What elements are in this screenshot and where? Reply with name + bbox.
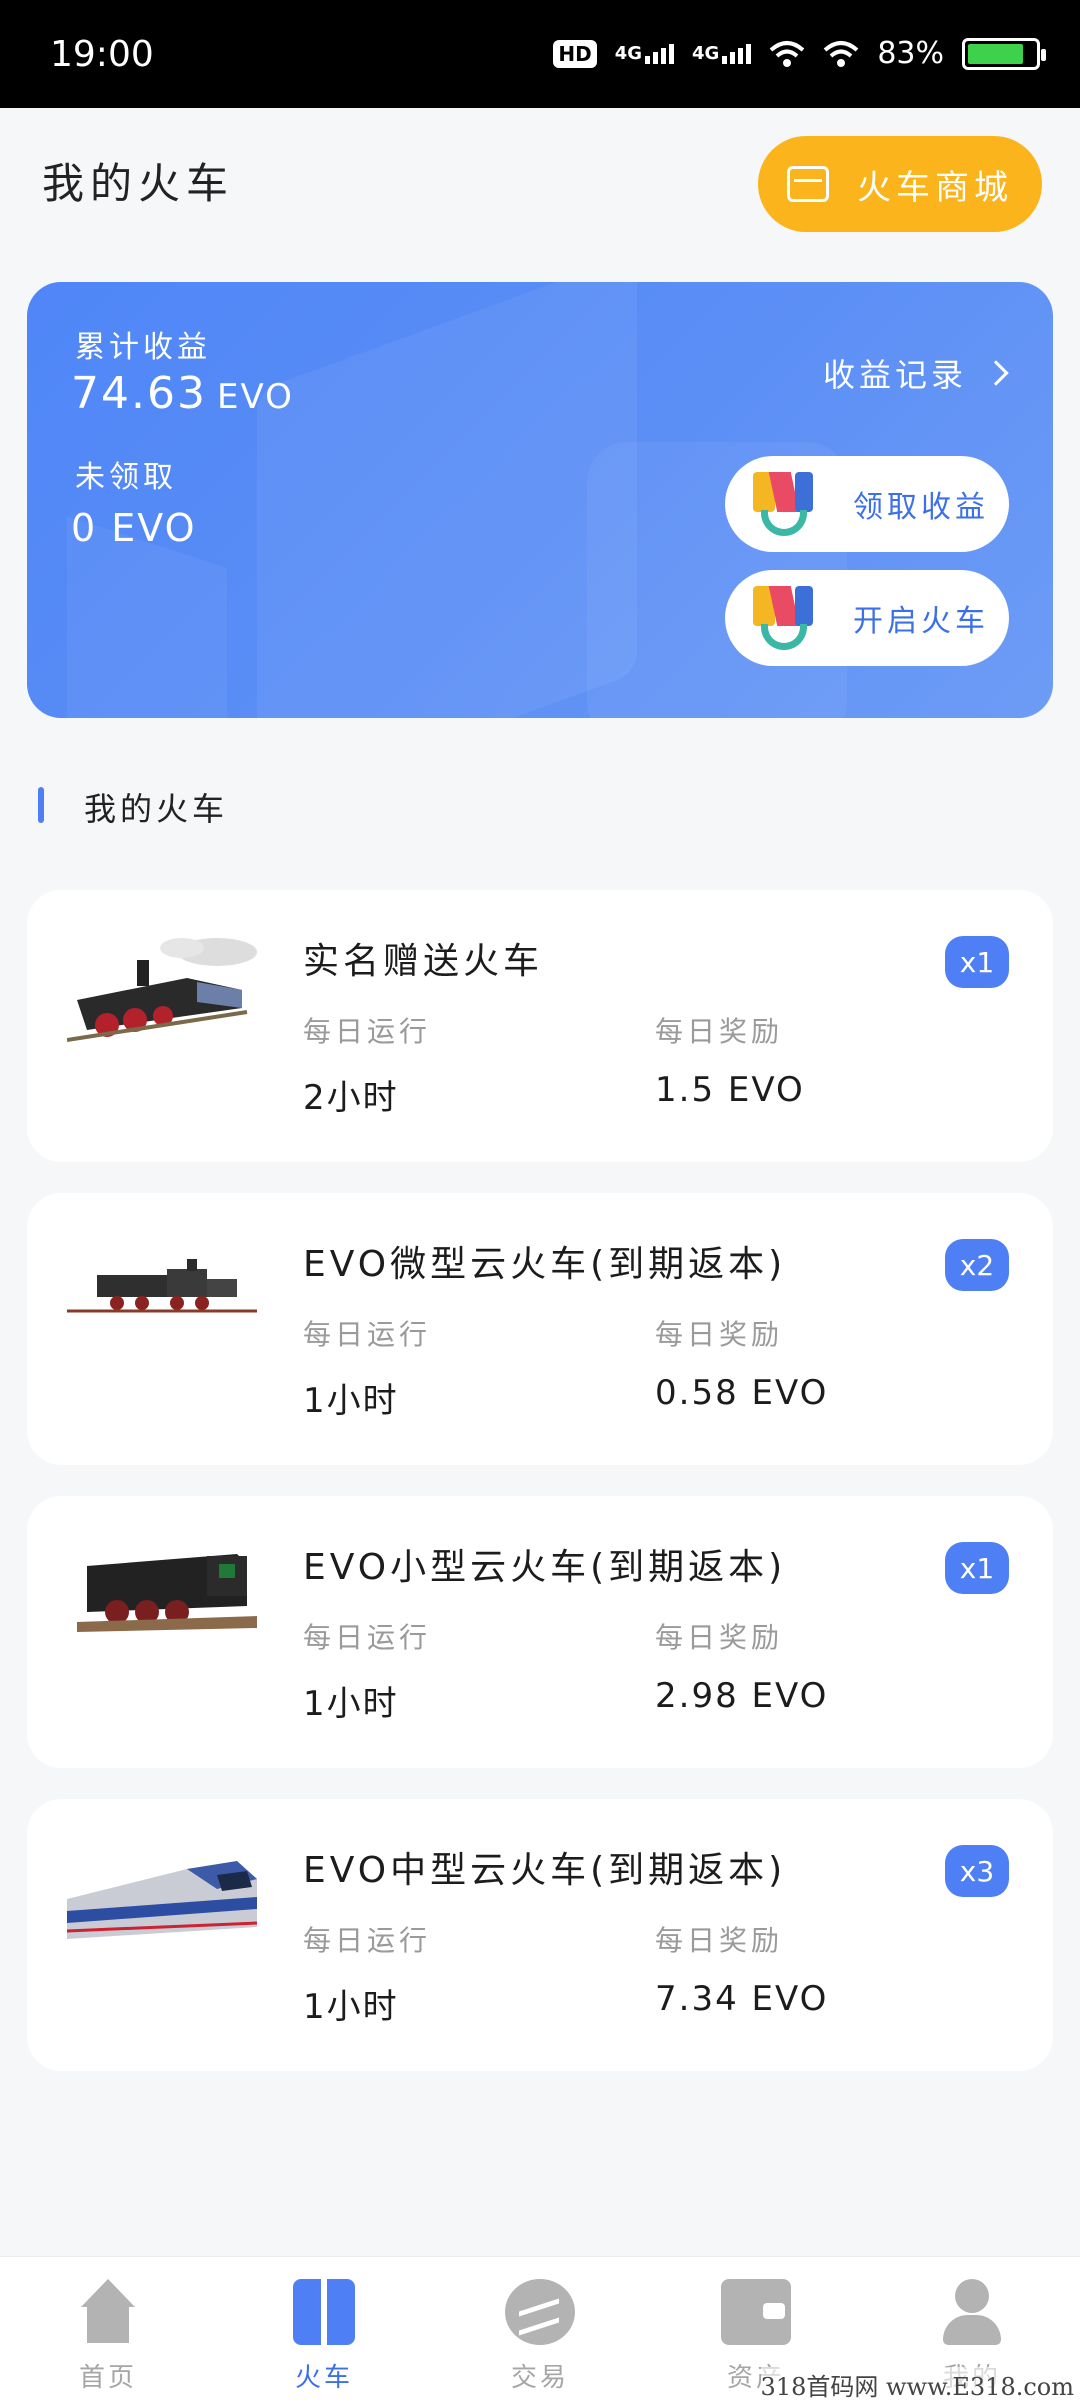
nav-item-train[interactable]: 火车 xyxy=(216,2257,432,2408)
signal-icon: 4G xyxy=(615,43,674,64)
card-decoration xyxy=(257,282,637,718)
unclaimed-label: 未领取 xyxy=(75,460,177,495)
status-time: 19:00 xyxy=(50,34,154,75)
watermark: 318首码网 www.E318.com xyxy=(760,2367,1074,2402)
daily-run-label: 每日运行 xyxy=(303,1924,432,1957)
signal-icon-2: 4G xyxy=(692,43,752,64)
chevron-right-icon xyxy=(983,360,1009,386)
shop-icon xyxy=(787,166,829,202)
section-title: 我的火车 xyxy=(84,790,229,828)
daily-run-value: 1小时 xyxy=(303,1987,399,2027)
micro-train-image xyxy=(67,1259,257,1313)
daily-reward-label: 每日奖励 xyxy=(655,1621,784,1654)
section-accent-bar xyxy=(38,787,44,823)
train-shop-button[interactable]: 火车商城 xyxy=(758,136,1042,232)
train-name: 实名赠送火车 xyxy=(303,941,544,982)
trade-icon xyxy=(505,2279,575,2345)
claim-earnings-button[interactable]: 领取收益 xyxy=(725,456,1009,552)
status-icons: HD 4G 4G 83% xyxy=(553,36,1046,71)
daily-reward-value: 7.34 EVO xyxy=(655,1979,829,2019)
daily-run-value: 1小时 xyxy=(303,1381,399,1421)
cumulative-earnings-label: 累计收益 xyxy=(75,330,211,365)
daily-reward-label: 每日奖励 xyxy=(655,1924,784,1957)
train-card[interactable]: EVO小型云火车(到期返本) x1 每日运行 每日奖励 1小时 2.98 EVO xyxy=(27,1496,1053,1768)
home-icon xyxy=(73,2279,143,2345)
nav-label: 火车 xyxy=(294,2363,353,2393)
daily-reward-value: 0.58 EVO xyxy=(655,1373,829,1413)
unclaimed-value: 0 EVO xyxy=(71,506,197,550)
earnings-records-label: 收益记录 xyxy=(822,356,967,394)
train-count-badge: x1 xyxy=(945,1542,1009,1594)
train-shop-label: 火车商城 xyxy=(857,167,1013,208)
battery-icon xyxy=(962,37,1046,70)
start-train-label: 开启火车 xyxy=(853,604,989,639)
daily-run-label: 每日运行 xyxy=(303,1318,432,1351)
daily-run-label: 每日运行 xyxy=(303,1015,432,1048)
small-train-image xyxy=(77,1554,257,1632)
wifi-icon xyxy=(769,40,805,67)
daily-reward-label: 每日奖励 xyxy=(655,1015,784,1048)
train-name: EVO微型云火车(到期返本) xyxy=(303,1244,787,1285)
earnings-records-link[interactable]: 收益记录 xyxy=(822,350,1009,396)
brand-logo-icon xyxy=(753,472,813,536)
cumulative-earnings-value: 74.63 EVO xyxy=(71,368,294,419)
daily-reward-value: 2.98 EVO xyxy=(655,1676,829,1716)
wallet-icon xyxy=(721,2279,791,2345)
nav-label: 首页 xyxy=(78,2363,137,2393)
page-title: 我的火车 xyxy=(42,159,235,208)
daily-run-value: 2小时 xyxy=(303,1078,399,1118)
train-count-badge: x1 xyxy=(945,936,1009,988)
train-count-badge: x2 xyxy=(945,1239,1009,1291)
claim-earnings-label: 领取收益 xyxy=(853,490,989,525)
train-card[interactable]: EVO微型云火车(到期返本) x2 每日运行 每日奖励 1小时 0.58 EVO xyxy=(27,1193,1053,1465)
battery-percent: 83% xyxy=(877,36,944,71)
hd-icon: HD xyxy=(553,39,597,68)
daily-run-label: 每日运行 xyxy=(303,1621,432,1654)
train-card[interactable]: 实名赠送火车 x1 每日运行 每日奖励 2小时 1.5 EVO xyxy=(27,890,1053,1162)
daily-reward-value: 1.5 EVO xyxy=(655,1070,805,1110)
status-bar: 19:00 HD 4G 4G 83% xyxy=(0,0,1080,108)
nav-item-home[interactable]: 首页 xyxy=(0,2257,216,2408)
start-train-button[interactable]: 开启火车 xyxy=(725,570,1009,666)
wifi-icon-2 xyxy=(823,40,859,67)
train-card[interactable]: EVO中型云火车(到期返本) x3 每日运行 每日奖励 1小时 7.34 EVO xyxy=(27,1799,1053,2071)
daily-reward-label: 每日奖励 xyxy=(655,1318,784,1351)
medium-train-image xyxy=(67,1861,257,1939)
earnings-card: 累计收益 74.63 EVO 未领取 0 EVO 收益记录 领取收益 开启火车 xyxy=(27,282,1053,718)
nav-item-trade[interactable]: 交易 xyxy=(432,2257,648,2408)
train-name: EVO小型云火车(到期返本) xyxy=(303,1547,787,1588)
train-count-badge: x3 xyxy=(945,1845,1009,1897)
user-icon xyxy=(937,2279,1007,2345)
train-icon xyxy=(289,2279,359,2345)
steam-train-image xyxy=(67,938,257,1042)
brand-logo-icon xyxy=(753,586,813,650)
train-name: EVO中型云火车(到期返本) xyxy=(303,1850,787,1891)
nav-label: 交易 xyxy=(510,2363,569,2393)
daily-run-value: 1小时 xyxy=(303,1684,399,1724)
